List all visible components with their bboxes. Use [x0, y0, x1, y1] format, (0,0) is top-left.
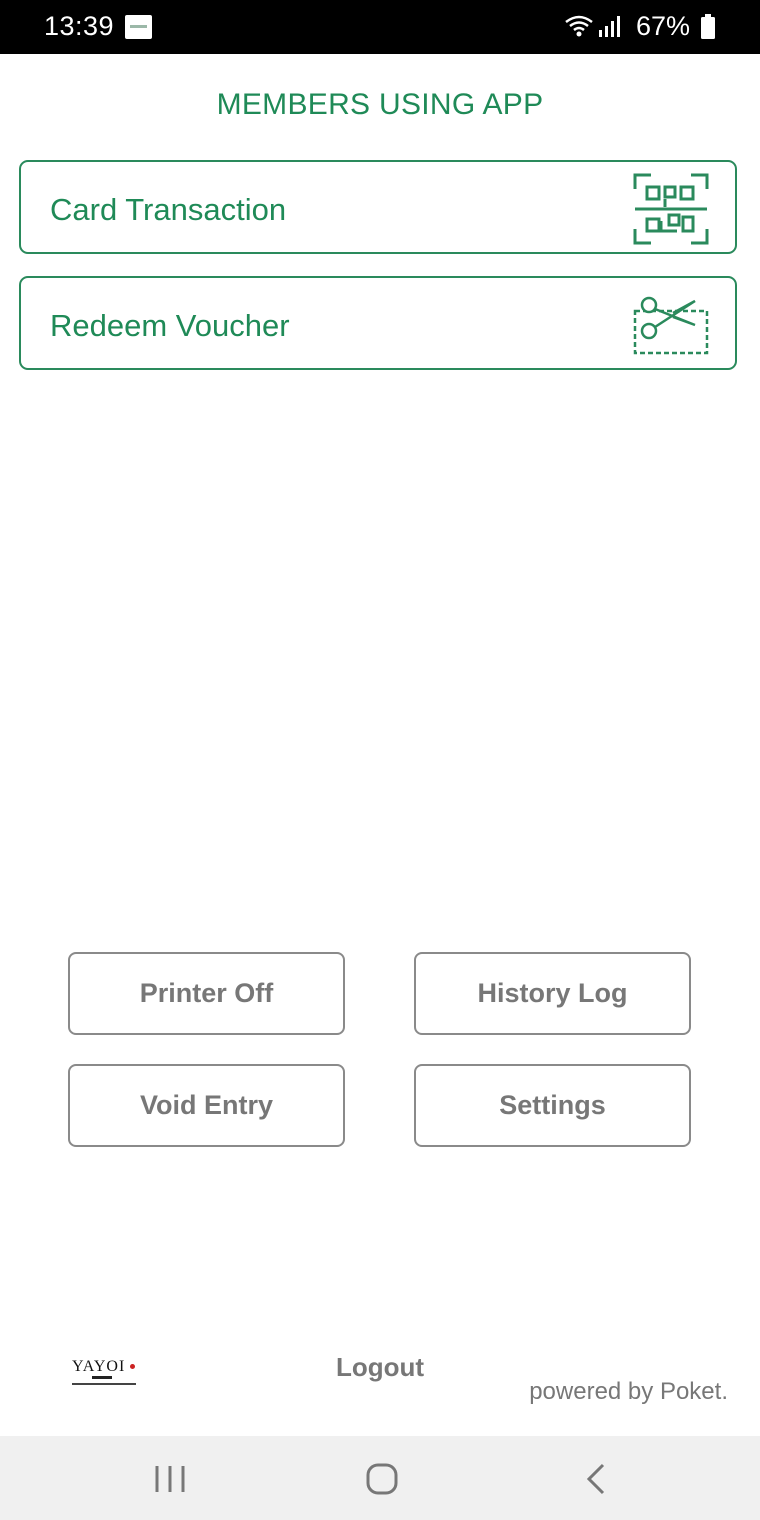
navigation-bar	[0, 1436, 760, 1520]
settings-button[interactable]: Settings	[414, 1064, 691, 1147]
powered-by-text: powered by Poket.	[529, 1378, 728, 1405]
qr-code-icon	[633, 173, 709, 245]
battery-percentage: 67%	[635, 11, 690, 41]
wifi-icon	[565, 15, 593, 37]
history-log-button[interactable]: History Log	[414, 952, 691, 1035]
app-notification-icon	[125, 15, 152, 39]
card-transaction-button[interactable]: Card Transaction	[19, 160, 737, 254]
printer-off-button[interactable]: Printer Off	[68, 952, 345, 1035]
scissors-coupon-icon	[633, 296, 709, 355]
battery-icon	[701, 14, 715, 39]
recents-icon[interactable]	[154, 1466, 186, 1492]
card-transaction-label: Card Transaction	[50, 192, 287, 227]
home-icon[interactable]	[366, 1463, 398, 1495]
back-icon[interactable]	[585, 1463, 607, 1495]
status-bar: 13:39 67%	[0, 0, 760, 54]
redeem-voucher-button[interactable]: Redeem Voucher	[19, 276, 737, 370]
signal-icon	[599, 16, 620, 37]
brand-logo-tagline	[72, 1383, 136, 1385]
redeem-voucher-label: Redeem Voucher	[50, 308, 290, 343]
status-time: 13:39	[44, 11, 115, 41]
void-entry-button[interactable]: Void Entry	[68, 1064, 345, 1147]
page-title: MEMBERS USING APP	[216, 88, 544, 121]
